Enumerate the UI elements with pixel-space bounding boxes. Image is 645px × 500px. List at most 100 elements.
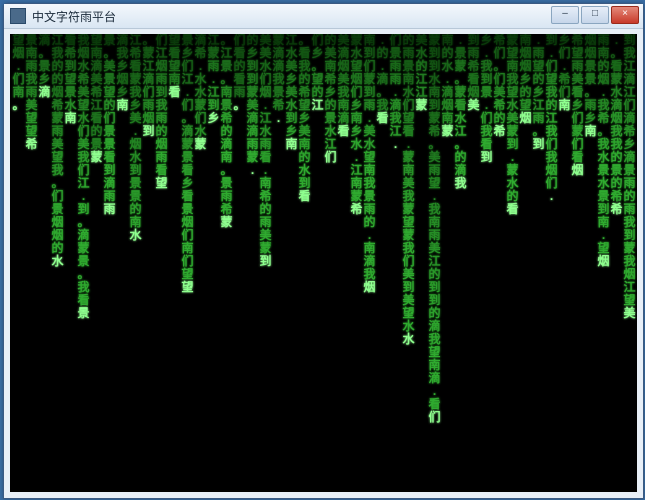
rain-column: 江我的的烟希蒙雨美望我。们景烟烟的水 [51, 34, 64, 268]
rain-column: 的美南希乡的景水江们 [324, 34, 337, 164]
rain-char: . [545, 190, 558, 203]
rain-char: 看 [337, 125, 350, 138]
rain-char: . [246, 164, 259, 177]
rain-column: 我烟水希美望水们美我们江.到。滴蒙景。我看景 [77, 34, 90, 320]
rain-column: 美滴烟美我南滴看 [337, 34, 350, 138]
rain-column: 。看我的希望乡美南的水到看 [298, 34, 311, 203]
rain-char: 江 [311, 99, 324, 112]
rain-column: 南的水.滴烟南蒙 [441, 34, 454, 138]
rain-char: 乡 [207, 112, 220, 125]
rain-column: 的雨景南水们望看.蒙南美我蒙望蒙我们美到美望水水 [402, 34, 415, 346]
rain-column: 景乡们江.们。滴蒙景看乡看景烟们南们望望 [181, 34, 194, 294]
rain-column: 们景雨雨.滴我江. [389, 34, 402, 151]
rain-column: 南到们蒙到雨.美水望南我景雨的.南滴我烟 [363, 34, 376, 294]
rain-column: 。蒙江滴们雨烟到 [142, 34, 155, 138]
rain-char: 南 [64, 112, 77, 125]
window-title: 中文字符雨平台 [32, 8, 116, 25]
rain-column: 蒙到到水南到蒙希。美雨望.我南雨美江的到到的滴我望南滴.看们 [428, 34, 441, 424]
rain-char: 看 [376, 112, 389, 125]
rain-char: 南 [558, 99, 571, 112]
rain-char: 们 [428, 411, 441, 424]
rain-char: 到 [142, 125, 155, 138]
rain-column: 。江景。南景希的滴南。景雨希蒙 [220, 34, 233, 229]
rain-column: 蒙水望烟们乡南乡水.江南蒙希 [350, 34, 363, 216]
rain-char: 蒙 [90, 151, 103, 164]
rain-char: 。 [233, 99, 246, 112]
rain-char: 望 [155, 177, 168, 190]
rain-column: 滴我乡烟乡南 [116, 34, 129, 112]
rain-column: 希们。们美希的希 [493, 34, 506, 138]
rain-char: 南 [285, 138, 298, 151]
rain-column: 们看的看雨。 [233, 34, 246, 112]
rain-char: 蒙 [220, 216, 233, 229]
rain-column: 滴希.水水蒙们水蒙 [194, 34, 207, 151]
minimize-button[interactable]: – [551, 6, 579, 24]
rain-char: 望 [181, 281, 194, 294]
rain-column: .雨望的乡江雨。到 [532, 34, 545, 151]
rain-char: 看 [298, 190, 311, 203]
rain-column: 蒙滴滴我景希. [272, 34, 285, 125]
rain-char: . [389, 138, 402, 151]
rain-char: 水 [129, 229, 142, 242]
window-buttons: – □ × [551, 6, 639, 24]
rain-char: . [272, 112, 285, 125]
rain-char: 烟 [597, 255, 610, 268]
rain-column: 望烟.们南。 [12, 34, 25, 112]
rain-column: 望看望南看 [168, 34, 181, 99]
rain-char: 们 [324, 151, 337, 164]
rain-column: 美水的江江蒙 [415, 34, 428, 112]
rain-column: .景蒙。蒙看水江。的滴我 [454, 34, 467, 190]
rain-char: 看 [506, 203, 519, 216]
rain-char: 希 [25, 138, 38, 151]
rain-column: 乡.我到景.们我看到 [480, 34, 493, 164]
rain-char: 景 [77, 307, 90, 320]
rain-column: 蒙望南我望水美蒙到.蒙水的看 [506, 34, 519, 216]
rain-column: .。看蒙水滴烟我我的景的希希 [610, 34, 623, 216]
rain-char: 水 [402, 333, 415, 346]
rain-char: 到 [259, 255, 272, 268]
maximize-button[interactable]: □ [581, 6, 609, 24]
rain-column: 景南雨我雨美望望希 [25, 34, 38, 151]
rain-column: 美美水们烟.江水雨看.南希的雨美蒙到 [259, 34, 272, 268]
matrix-rain-canvas: 望烟.们南。景南雨我雨美望望希滴。景乡滴江我的的烟希蒙雨美望我。们景烟烟的水看希… [10, 34, 637, 492]
rain-char: 雨 [103, 203, 116, 216]
rain-column: 烟烟景景。雨乡南 [584, 34, 597, 138]
rain-char: 蒙 [441, 125, 454, 138]
app-window: 中文字符雨平台 – □ × 望烟.们南。景南雨我雨美望望希滴。景乡滴江我的的烟希… [3, 3, 644, 499]
titlebar[interactable]: 中文字符雨平台 – □ × [4, 4, 643, 29]
rain-column: 到我江滴江们滴希乡滴景雨的雨我到蒙我烟江望美 [623, 34, 636, 320]
rain-column: 望南滴美希江看的景蒙 [90, 34, 103, 164]
rain-column: 景。美景望的们景景看到滴雨雨 [103, 34, 116, 216]
rain-char: 蒙 [194, 138, 207, 151]
rain-column: 江蒙雨.江到乡 [207, 34, 220, 125]
rain-char: 。 [12, 99, 25, 112]
rain-column: 南烟烟乡的望烟 [519, 34, 532, 125]
rain-char: 烟 [571, 164, 584, 177]
rain-column: 希望雨美看乡们蒙们看烟 [571, 34, 584, 177]
rain-column: 们乡。望的江 [311, 34, 324, 112]
rain-column: 滴。景乡滴 [38, 34, 51, 99]
rain-char: 蒙 [415, 99, 428, 112]
rain-char: 看 [168, 86, 181, 99]
rain-column: 看希到望景水南 [64, 34, 77, 125]
rain-char: 我 [454, 177, 467, 190]
rain-column: 江水美乡美水到乡南 [285, 34, 298, 151]
rain-column: 雨南的烟.我希。我水景水景到南.望烟 [597, 34, 610, 268]
rain-char: 希 [350, 203, 363, 216]
rain-char: 水 [51, 255, 64, 268]
rain-char: 烟 [363, 281, 376, 294]
rain-char: 美 [623, 307, 636, 320]
rain-char: 南 [116, 99, 129, 112]
rain-column: 到雨希看烟美 [467, 34, 480, 112]
rain-char: 烟 [519, 112, 532, 125]
rain-char: 到 [480, 151, 493, 164]
app-icon [10, 8, 26, 24]
rain-column: 到.们望我的江我们我烟们. [545, 34, 558, 203]
rain-column: 的乡到到蒙美滴滴雨蒙. [246, 34, 259, 177]
rain-column: 乡们.希们南 [558, 34, 571, 112]
close-button[interactable]: × [611, 6, 639, 24]
rain-char: 希 [493, 125, 506, 138]
rain-char: 美 [467, 99, 480, 112]
rain-char: 南 [584, 125, 597, 138]
rain-char: 到 [532, 138, 545, 151]
